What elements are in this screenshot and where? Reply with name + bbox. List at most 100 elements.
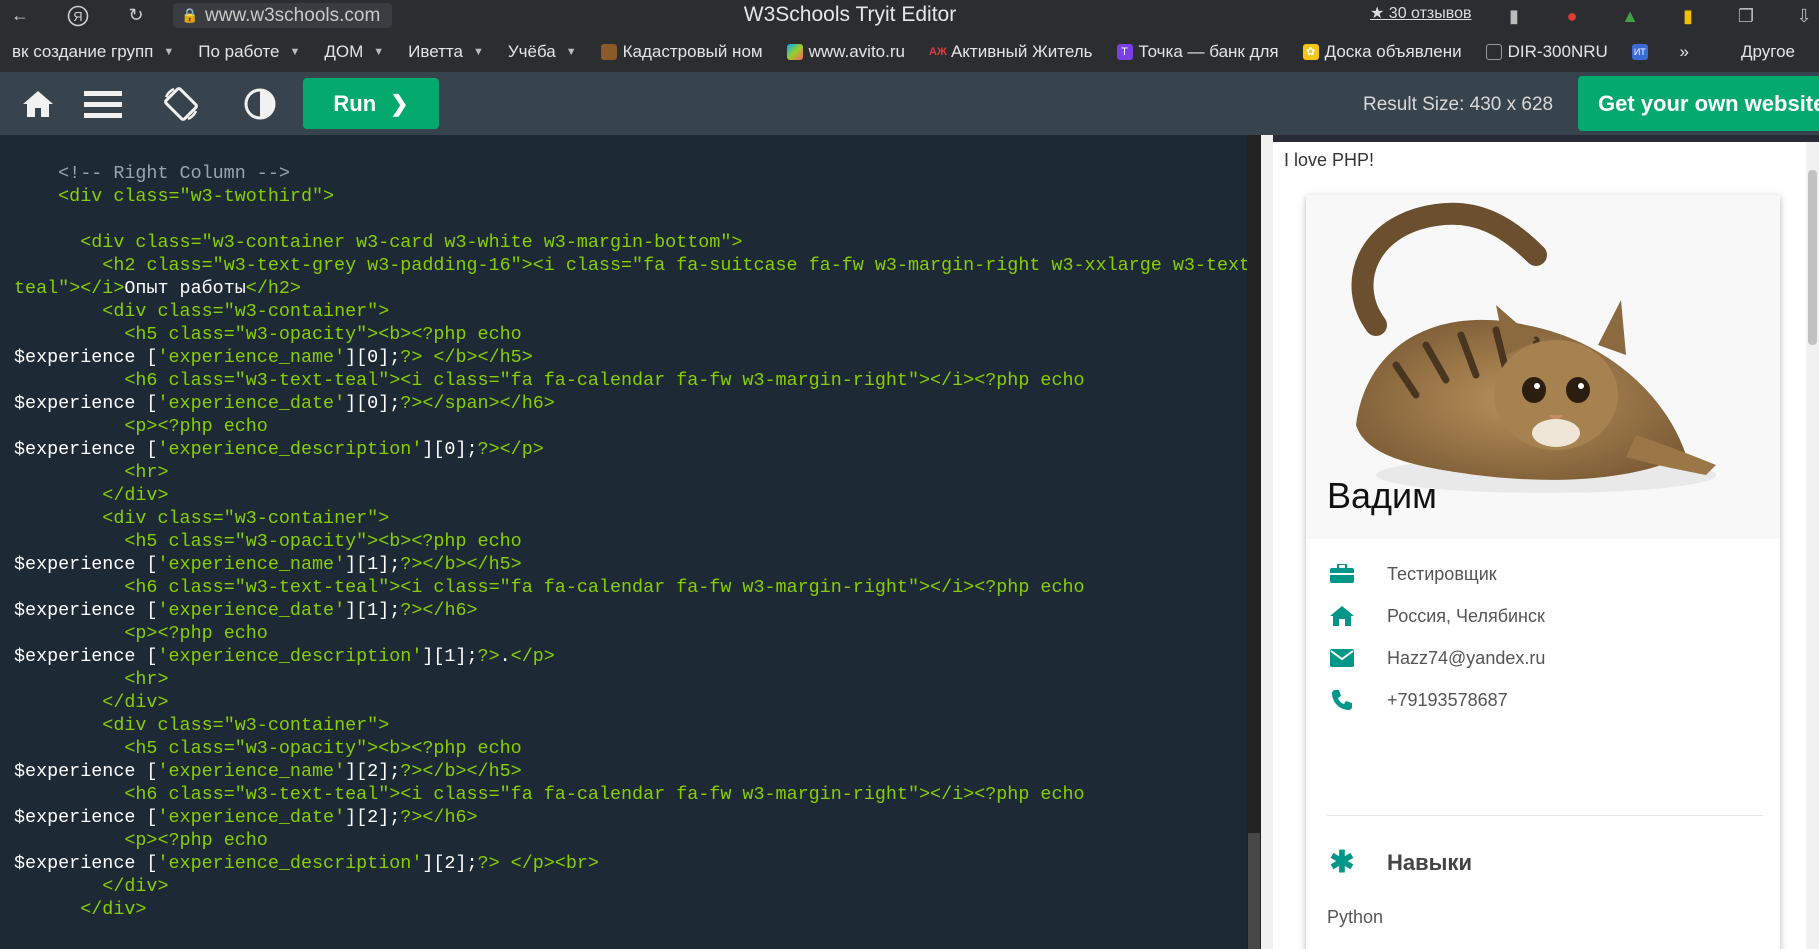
bookmark-item[interactable]: ДОМ ▼ xyxy=(312,42,396,62)
code-token: <div xyxy=(14,715,158,736)
code-line[interactable]: <h5 class="w3-opacity"><b><?php echo xyxy=(14,323,1247,346)
code-line[interactable] xyxy=(14,208,1247,231)
phone-text: +79193578687 xyxy=(1387,689,1508,710)
bookmark-item[interactable]: www.avito.ru xyxy=(775,42,917,62)
code-line[interactable]: $experience ['experience_name'][0];?> </… xyxy=(14,346,1247,369)
code-line[interactable]: <div class="w3-container w3-card w3-whit… xyxy=(14,231,1247,254)
bookmark-item[interactable]: DIR-300NRU xyxy=(1474,42,1620,62)
menu-icon[interactable] xyxy=(65,72,140,135)
code-line[interactable]: <hr> xyxy=(14,668,1247,691)
battery-icon[interactable]: ▮ xyxy=(1659,6,1717,27)
code-token: </h6> xyxy=(422,807,478,828)
code-line[interactable]: <div class="w3-container"> xyxy=(14,300,1247,323)
dark-mode-icon[interactable] xyxy=(222,72,297,135)
code-line[interactable]: $experience ['experience_date'][0];?></s… xyxy=(14,392,1247,415)
code-token: </h2> xyxy=(245,278,301,299)
code-token: </p><br> xyxy=(499,853,599,874)
bookmark-item[interactable]: По работе ▼ xyxy=(186,42,312,62)
email-row: Hazz74@yandex.ru xyxy=(1327,646,1545,670)
downloads-icon[interactable]: ⇩ xyxy=(1775,6,1819,27)
code-token: "w3-container" xyxy=(223,508,379,529)
code-token: ?> xyxy=(400,554,423,575)
code-editor[interactable]: <!-- Right Column --> <div class="w3-two… xyxy=(0,135,1247,949)
reviews-link[interactable]: ★ 30 отзывов xyxy=(1370,3,1471,23)
code-line[interactable]: $experience ['experience_description'][0… xyxy=(14,438,1247,461)
bookmarks-other[interactable]: Другое xyxy=(1729,42,1819,62)
code-line[interactable]: <h6 class="w3-text-teal"><i class="fa fa… xyxy=(14,783,1247,806)
code-token: <?php echo xyxy=(411,531,522,552)
editor-scrollbar-thumb[interactable] xyxy=(1248,833,1260,949)
code-line[interactable]: <div class="w3-container"> xyxy=(14,714,1247,737)
job-row: Тестировщик xyxy=(1327,562,1497,586)
code-line[interactable]: </div> xyxy=(14,691,1247,714)
bookmark-label: www.avito.ru xyxy=(808,41,905,61)
email-text: Hazz74@yandex.ru xyxy=(1387,647,1546,668)
code-line[interactable]: <div class="w3-container"> xyxy=(14,507,1247,530)
bookmark-item[interactable]: Кадастровый ном xyxy=(589,42,775,62)
code-line[interactable]: <!-- Right Column --> xyxy=(14,162,1247,185)
code-token: 'experience_date' xyxy=(157,807,346,828)
rotate-layout-icon[interactable] xyxy=(143,72,218,135)
code-line[interactable]: <hr> xyxy=(14,461,1247,484)
job-text: Тестировщик xyxy=(1387,563,1497,584)
bookmark-label: Доска объявлени xyxy=(1324,41,1462,61)
code-line[interactable]: <h6 class="w3-text-teal"><i class="fa fa… xyxy=(14,369,1247,392)
code-line[interactable]: $experience ['experience_date'][1];?></h… xyxy=(14,599,1247,622)
get-website-button[interactable]: Get your own website xyxy=(1578,76,1819,131)
code-token: ?> xyxy=(477,853,500,874)
code-line[interactable]: </div> xyxy=(14,875,1247,898)
bookmark-item[interactable]: вк создание групп ▼ xyxy=(0,42,186,62)
code-line[interactable]: <h2 class="w3-text-grey w3-padding-16"><… xyxy=(14,254,1247,277)
run-button[interactable]: Run ❯ xyxy=(303,78,439,129)
code-line[interactable]: <p><?php echo xyxy=(14,415,1247,438)
bookmarks-more[interactable]: » xyxy=(1668,42,1729,62)
bookmark-item[interactable]: ИТ xyxy=(1620,43,1660,60)
code-line[interactable]: $experience ['experience_name'][1];?></b… xyxy=(14,553,1247,576)
bookmark-item[interactable]: T Точка — банк для xyxy=(1105,42,1291,62)
extension-shield-icon[interactable]: ▲ xyxy=(1601,6,1659,27)
code-token: $experience [ xyxy=(14,807,158,828)
code-line[interactable]: $experience ['experience_description'][1… xyxy=(14,645,1247,668)
code-token: class= xyxy=(157,508,224,529)
editor-scrollbar[interactable] xyxy=(1247,135,1261,949)
code-token: > xyxy=(378,508,390,529)
result-scrollbar-thumb[interactable] xyxy=(1808,170,1817,345)
code-token: 'experience_date' xyxy=(157,393,346,414)
code-line[interactable]: <h5 class="w3-opacity"><b><?php echo xyxy=(14,530,1247,553)
code-token: class= xyxy=(135,232,202,253)
code-token: class= xyxy=(168,370,235,391)
bookmark-icon[interactable]: ▮ xyxy=(1485,6,1543,27)
code-line[interactable]: <h5 class="w3-opacity"><b><?php echo xyxy=(14,737,1247,760)
code-line[interactable]: <p><?php echo xyxy=(14,829,1247,852)
code-line[interactable]: $experience ['experience_date'][2];?></h… xyxy=(14,806,1247,829)
code-token: ><i xyxy=(389,784,434,805)
code-line[interactable]: </div> xyxy=(14,898,1247,921)
code-text[interactable]: <!-- Right Column --> <div class="w3-two… xyxy=(14,162,1247,921)
code-token: 'experience_description' xyxy=(157,853,423,874)
bookmark-item[interactable]: Учёба ▼ xyxy=(496,42,589,62)
collections-icon[interactable]: ❐ xyxy=(1717,6,1775,27)
code-token: <div xyxy=(14,232,136,253)
code-line[interactable]: teal"></i>Опыт работы</h2> xyxy=(14,277,1247,300)
home-icon[interactable] xyxy=(0,72,75,135)
code-line[interactable]: $experience ['experience_name'][2];?></b… xyxy=(14,760,1247,783)
code-token: ></i> xyxy=(69,278,125,299)
bookmark-item[interactable]: АЖ Активный Житель xyxy=(917,42,1105,62)
bookmark-item[interactable]: ✿ Доска объявлени xyxy=(1291,42,1474,62)
code-token: ><b> xyxy=(367,324,412,345)
code-token: class= xyxy=(433,784,500,805)
code-line[interactable]: $experience ['experience_description'][2… xyxy=(14,852,1247,875)
browser-titlebar: ← Я ↻ 🔒 www.w3schools.com W3Schools Tryi… xyxy=(0,0,1819,31)
code-line[interactable]: <h6 class="w3-text-teal"><i class="fa fa… xyxy=(14,576,1247,599)
code-line[interactable]: <p><?php echo xyxy=(14,622,1247,645)
code-token: <h6 xyxy=(14,784,169,805)
code-line[interactable]: </div> xyxy=(14,484,1247,507)
bookmark-item[interactable]: Иветта ▼ xyxy=(396,42,496,62)
pane-divider[interactable] xyxy=(1261,135,1273,949)
extension-ae-icon[interactable]: ● xyxy=(1543,6,1601,27)
code-token: $experience [ xyxy=(14,439,158,460)
code-token: $experience [ xyxy=(14,393,158,414)
code-token: class= xyxy=(113,186,180,207)
run-label: Run xyxy=(333,90,377,116)
code-line[interactable]: <div class="w3-twothird"> xyxy=(14,185,1247,208)
